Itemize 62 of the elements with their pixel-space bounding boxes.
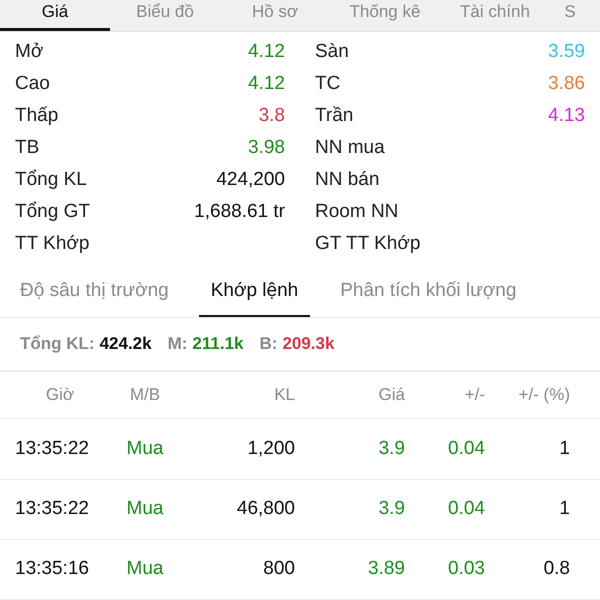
stat-label: Tổng KL	[15, 169, 87, 192]
tab[interactable]: Phân tích khối lượng	[328, 268, 528, 317]
stat-value: 3.59	[548, 41, 585, 64]
stat-value: 1,688.61 tr	[194, 201, 285, 224]
table-cell-text: 0.04	[447, 498, 485, 520]
table-cell-text: 0.03	[447, 558, 485, 580]
table-cell-text: Mua	[126, 558, 164, 580]
stat-value: 3.86	[548, 73, 585, 96]
summary-value: 211.1k	[192, 334, 244, 354]
summary-value: 424.2k	[100, 334, 152, 354]
table-cell-text: 1	[558, 438, 570, 460]
stat-label: NN bán	[315, 169, 380, 192]
stat-label: TB	[15, 137, 40, 160]
stat-label: TT Khớp	[15, 233, 90, 256]
tab[interactable]: Khớp lệnh	[198, 268, 310, 317]
table-cell-text: 0.8	[542, 558, 570, 580]
table-cell-text: Mua	[126, 438, 164, 460]
stat-label: Room NN	[315, 201, 398, 224]
summary-label: Tổng KL:	[20, 334, 95, 354]
table-cell-text: 1,200	[246, 438, 295, 460]
column-header: Giá	[378, 385, 405, 406]
column-header: KL	[273, 385, 295, 406]
column-header: M/B	[128, 385, 162, 406]
tab[interactable]: S	[550, 2, 590, 32]
table-cell-text: 0.04	[447, 438, 485, 460]
tab[interactable]: Biểu đồ	[110, 2, 220, 32]
summary-label: M:	[168, 334, 188, 354]
stat-label: Tổng GT	[15, 201, 90, 224]
table-cell-text: 3.9	[378, 498, 405, 520]
stat-label: Sàn	[315, 41, 349, 64]
column-header: Giờ	[44, 385, 76, 406]
stat-label: Mở	[15, 41, 44, 64]
stat-label: Thấp	[15, 105, 58, 128]
stat-label: Trần	[315, 105, 354, 128]
summary-label: B:	[259, 334, 278, 354]
stat-label: GT TT Khớp	[315, 233, 420, 256]
tab[interactable]: Hồ sơ	[220, 2, 330, 32]
stat-label: TC	[315, 73, 340, 96]
table-cell-text: 3.9	[378, 438, 405, 460]
table-cell-text: 13:35:22	[15, 438, 90, 460]
tab[interactable]: Tài chính	[440, 2, 550, 32]
stat-label: NN mua	[315, 137, 385, 160]
stat-value: 4.13	[548, 105, 585, 128]
summary-value: 209.3k	[282, 334, 334, 354]
table-cell-text: 13:35:16	[15, 558, 90, 580]
stat-label: Cao	[15, 73, 50, 96]
table-cell-text: 1	[558, 498, 570, 520]
table-cell-text: Mua	[126, 498, 164, 520]
tab[interactable]: Giá	[0, 2, 110, 32]
tab[interactable]: Thống kê	[330, 2, 440, 32]
tab[interactable]: Độ sâu thị trường	[8, 268, 181, 317]
column-header: +/- (%)	[518, 385, 570, 406]
table-cell-text: 3.89	[367, 558, 405, 580]
column-header: +/-	[464, 385, 485, 406]
stat-value: 424,200	[216, 169, 285, 192]
table-cell-text: 13:35:22	[15, 498, 90, 520]
stat-value: 3.98	[248, 137, 285, 160]
table-cell-text: 800	[262, 558, 295, 580]
stat-value: 4.12	[248, 41, 285, 64]
table-cell-text: 46,800	[236, 498, 295, 520]
stat-value: 3.8	[258, 105, 285, 128]
stat-value: 4.12	[248, 73, 285, 96]
